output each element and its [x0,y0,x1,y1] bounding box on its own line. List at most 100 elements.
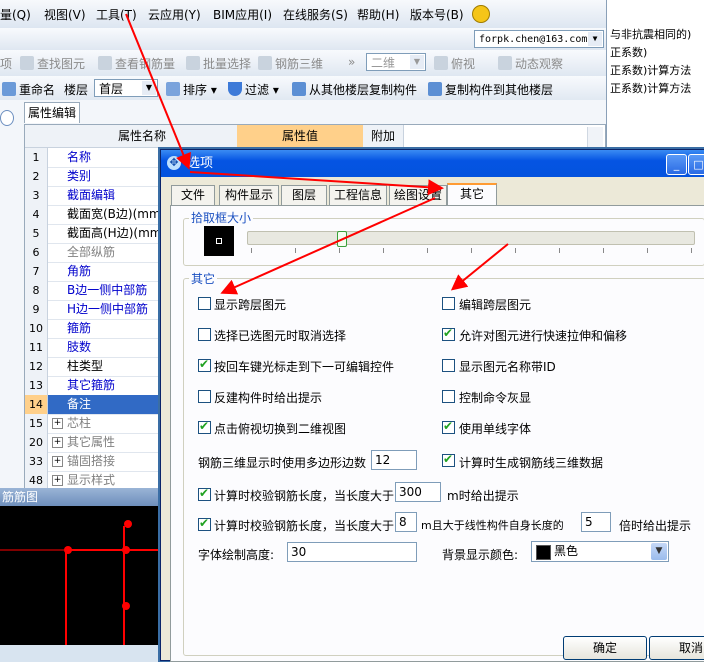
rebar-check-2-length-input[interactable]: 8 [395,512,417,532]
note-line: 正系数)计算方法 [610,64,692,77]
property-name: 箍筋 [67,321,92,335]
property-name: 名称 [67,150,92,164]
property-name: 肢数 [67,340,92,354]
smiley-icon[interactable] [472,5,490,23]
find-element-button[interactable]: 查找图元 [20,55,85,72]
note-line: 与非抗震相同的) [610,28,692,41]
floor-select[interactable]: 首层 ▼ [94,79,158,97]
option-checkbox[interactable] [442,390,455,403]
dynamic-view-button[interactable]: 动态观察 [498,55,563,72]
slider-tick [295,248,296,253]
row-number: 14 [25,395,48,414]
slider-tick [603,248,604,253]
row-number: 4 [25,205,48,224]
batch-select-button[interactable]: 批量选择 [186,55,251,72]
menu-online-service[interactable]: 在线服务(S) [283,6,348,23]
copy-from-floor-button[interactable]: 从其他楼层复制构件 [292,81,417,98]
tab-layer[interactable]: 图层 [281,185,327,205]
copy-to-floor-button[interactable]: 复制构件到其他楼层 [428,81,553,98]
row-number: 33 [25,452,48,471]
other-group-label: 其它 [189,270,218,287]
view-mode-select[interactable]: 二维 ▼ [366,53,426,71]
rename-button[interactable]: 重命名 [2,81,55,98]
property-name: 其它箍筋 [67,378,116,392]
option-checkbox[interactable] [198,419,211,434]
option-checkbox[interactable] [198,357,211,372]
cancel-button[interactable]: 取消 [649,636,704,660]
rebar-check-2-ratio-input[interactable]: 5 [581,512,611,532]
row-number-header [25,125,48,148]
gen-3d-label: 计算时生成钢筋线三维数据 [459,456,604,470]
pick-box-slider[interactable] [247,231,695,247]
gen-3d-checkbox[interactable] [442,452,455,467]
top-view-button[interactable]: 俯视 [434,55,475,72]
rebar-check-2-suffix: 倍时给出提示 [619,519,692,533]
tab-file[interactable]: 文件 [171,185,215,205]
expand-icon[interactable]: + [52,437,63,448]
option-checkbox[interactable] [442,419,455,434]
sort-button[interactable]: 排序 ▾ [166,81,217,98]
slider-tick [383,248,384,253]
rebar-diagram-view: 筋筋图 [0,488,164,645]
rebar-3d-button[interactable]: 钢筋三维 [258,55,323,72]
menu-quantity[interactable]: 量(Q) [0,6,31,23]
filter-button[interactable]: 过滤 ▾ [228,81,279,98]
option-checkbox[interactable] [442,359,455,372]
property-name: 截面高(H边)(mm) [67,226,167,240]
bg-color-select[interactable]: 黑色 ▼ [531,541,669,562]
rebar-check-1-length-input[interactable]: 300 [395,482,441,502]
copy-out-icon [428,82,442,96]
rebar-check-1-checkbox[interactable] [198,486,211,501]
tab-project-info[interactable]: 工程信息 [329,185,387,205]
expand-icon[interactable]: + [52,475,63,486]
option-checkbox[interactable] [198,297,211,310]
menu-version[interactable]: 版本号(B) [410,6,464,23]
toolbar-overflow-icon[interactable]: » [348,55,355,69]
note-line: 正系数)计算方法 [610,82,692,95]
col-header-name: 属性名称 [47,125,238,148]
account-dropdown[interactable]: forpk.chen@163.com ▼ [474,30,604,48]
pin-icon[interactable] [0,110,14,126]
slider-tick [515,248,516,253]
property-name: 截面编辑 [67,188,116,202]
option-label: 显示图元名称带ID [459,360,556,374]
toolbar-cut-label: 项 [0,57,13,71]
tab-property-edit[interactable]: 属性编辑 [24,102,80,123]
property-name: H边一侧中部筋 [67,302,149,316]
polygon-edges-input[interactable]: 12 [371,450,417,470]
menu-cloud[interactable]: 云应用(Y) [148,6,201,23]
cube-icon [258,56,272,70]
option-checkbox[interactable] [198,328,211,341]
menu-tools[interactable]: 工具(T) [96,6,137,23]
expand-icon[interactable]: + [52,418,63,429]
option-checkbox[interactable] [442,326,455,341]
tab-component-display[interactable]: 构件显示 [219,185,279,205]
tab-other[interactable]: 其它 [447,183,497,207]
view-rebar-qty-button[interactable]: 查看钢筋量 [98,55,175,72]
tab-panel-other: 拾取框大小 其它 显示跨层图元选择已选图元时取消选择按回车键光标走到下一可编辑控… [170,205,704,662]
rebar-check-1-suffix: m时给出提示 [447,489,519,503]
rebar-check-1-label: 计算时校验钢筋长度，当长度大于 [214,489,395,503]
slider-tick [691,248,692,253]
menu-view[interactable]: 视图(V) [44,6,86,23]
option-checkbox[interactable] [198,390,211,403]
menu-bim[interactable]: BIM应用(I) [213,6,272,23]
option-checkbox[interactable] [442,297,455,310]
ok-button[interactable]: 确定 [563,636,647,660]
option-label: 控制命令灰显 [459,391,532,405]
note-line: 正系数) [610,46,648,59]
row-number: 10 [25,319,48,338]
row-number: 15 [25,414,48,433]
property-name: 类别 [67,169,92,183]
tab-draw-settings[interactable]: 绘图设置 [389,185,447,205]
rebar-check-2-label: 计算时校验钢筋长度，当长度大于 [214,519,395,533]
minimize-icon[interactable]: _ [666,154,687,175]
maximize-icon[interactable]: □ [688,154,704,175]
slider-thumb[interactable] [337,231,347,247]
menu-help[interactable]: 帮助(H) [357,6,399,23]
property-name: 柱类型 [67,359,104,373]
rebar-check-2-checkbox[interactable] [198,516,211,531]
expand-icon[interactable]: + [52,456,63,467]
font-height-input[interactable]: 30 [287,542,417,562]
filter-icon [228,82,242,96]
